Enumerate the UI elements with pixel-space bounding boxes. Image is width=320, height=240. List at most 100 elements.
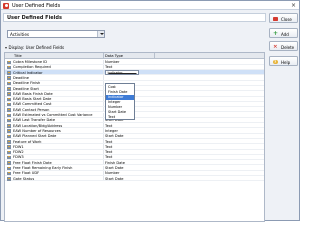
dropdown-option[interactable]: Text (106, 115, 134, 120)
row-title[interactable]: EAW Basis Finish Date (13, 92, 53, 96)
field-icon (7, 60, 11, 64)
column-divider (103, 64, 104, 70)
delete-icon: × (273, 43, 278, 50)
row-data-type[interactable]: Number (105, 171, 119, 175)
add-button[interactable]: + Add (269, 28, 298, 38)
column-divider (103, 117, 104, 123)
row-title[interactable]: Free Float Remaining Early Finish (13, 166, 72, 170)
chevron-down-icon[interactable] (97, 31, 104, 37)
field-icon (7, 177, 11, 181)
add-icon: + (273, 29, 279, 37)
row-title[interactable]: EAW Last Transfer Date (13, 118, 55, 122)
page-title: User Defined Fields (3, 13, 266, 22)
row-title[interactable]: Critical Indicator (13, 71, 43, 75)
title-bar: User Defined Fields × (1, 1, 299, 10)
column-header-title[interactable]: Title (14, 54, 22, 58)
window-close-icon[interactable]: × (291, 2, 296, 9)
data-type-select[interactable]: Indicator (105, 70, 139, 75)
page-title-text: User Defined Fields (7, 15, 62, 22)
row-title[interactable]: Free Float Finish Date (13, 161, 52, 165)
field-icon (7, 145, 11, 149)
field-icon (7, 108, 11, 112)
column-divider (103, 59, 104, 64)
row-data-type[interactable]: Number (105, 60, 119, 64)
field-icon (7, 140, 11, 144)
display-section-label[interactable]: Display: User Defined Fields (5, 45, 64, 50)
row-data-type[interactable]: Start Date (105, 166, 124, 170)
delete-button[interactable]: × Delete (269, 41, 298, 51)
add-button-label: Add (281, 31, 289, 37)
row-title[interactable]: Gate Status (13, 177, 34, 181)
row-data-type[interactable]: Text (105, 124, 112, 128)
column-divider (103, 123, 104, 128)
field-icon (7, 71, 11, 75)
row-title[interactable]: Deadline (13, 76, 29, 80)
column-header-data-type[interactable]: Data Type (105, 54, 123, 58)
column-divider (103, 165, 104, 170)
column-divider (103, 149, 104, 154)
row-title[interactable]: Free Float UDF (13, 171, 39, 175)
triangle-down-icon (5, 47, 7, 49)
help-button[interactable]: ? Help (269, 56, 298, 66)
column-divider (103, 128, 104, 133)
row-title[interactable]: Deadline Finish (13, 81, 40, 85)
field-icon (7, 113, 11, 117)
row-data-type[interactable]: Start Date (105, 134, 124, 138)
row-title[interactable]: EAW Location/Bldg/Address (13, 124, 62, 128)
row-title[interactable]: FDW3 (13, 155, 24, 159)
field-icon (7, 134, 11, 139)
column-divider (103, 70, 104, 75)
row-title[interactable]: EAW Basis Start Date (13, 97, 51, 101)
row-data-type[interactable]: Text (105, 65, 112, 69)
data-type-dropdown-list[interactable]: Cost Finish Date Indicator Integer Number Sta… (105, 83, 135, 120)
column-divider (103, 160, 104, 165)
row-title[interactable]: Feature of Work (13, 140, 41, 144)
dialog-window: User Defined Fields × User Defined Field… (0, 0, 300, 222)
row-data-type[interactable]: Finish Date (105, 161, 125, 165)
column-divider (103, 176, 104, 181)
row-title[interactable]: Cobra Milestone ID (13, 60, 47, 64)
table-row[interactable]: Gate Status Start Date (5, 176, 264, 182)
column-divider (103, 96, 104, 101)
help-icon: ? (273, 59, 278, 64)
field-icon (7, 171, 11, 176)
row-title[interactable]: EAW Number of Resources (13, 129, 61, 133)
row-title[interactable]: FDW1 (13, 145, 24, 149)
row-title[interactable]: EAW Contact Person (13, 108, 49, 112)
column-divider[interactable] (154, 53, 155, 59)
row-data-type[interactable]: Integer (105, 129, 118, 133)
row-data-type[interactable]: Start Date (105, 177, 124, 181)
udf-table[interactable]: Title Data Type Cobra Milestone ID Number… (4, 52, 265, 222)
row-data-type[interactable]: Text (105, 140, 112, 144)
row-title[interactable]: EAW Planned Start Date (13, 134, 56, 138)
row-title[interactable]: FDW2 (13, 150, 24, 154)
subject-area-value: Activities (10, 32, 30, 38)
row-data-type[interactable]: Text (105, 145, 112, 149)
chevron-down-icon[interactable] (107, 72, 138, 74)
field-icon (7, 161, 11, 165)
field-icon (7, 87, 11, 91)
row-title[interactable]: Completion Required (13, 65, 51, 69)
field-icon (7, 166, 11, 170)
field-icon (7, 150, 11, 155)
field-icon (7, 92, 11, 96)
column-divider (103, 75, 104, 80)
subject-area-dropdown[interactable]: Activities (7, 30, 105, 38)
column-divider (103, 133, 104, 138)
field-icon (7, 129, 11, 133)
field-icon (7, 155, 11, 160)
row-data-type[interactable]: Text (105, 155, 112, 159)
row-title[interactable]: Deadline Start (13, 87, 39, 91)
field-icon (7, 81, 11, 86)
field-icon (7, 124, 11, 128)
column-divider (103, 91, 104, 96)
field-icon (7, 118, 11, 123)
close-button[interactable]: Close (269, 13, 298, 23)
column-divider (103, 101, 104, 107)
row-title[interactable]: EAW Committed Cost (13, 102, 51, 106)
row-title[interactable]: EAW Estimated vs Committed Cost Variance (13, 113, 92, 117)
column-divider (103, 86, 104, 91)
row-data-type[interactable]: Text (105, 150, 112, 154)
window-title: User Defined Fields (12, 2, 61, 9)
column-divider[interactable] (103, 53, 104, 59)
